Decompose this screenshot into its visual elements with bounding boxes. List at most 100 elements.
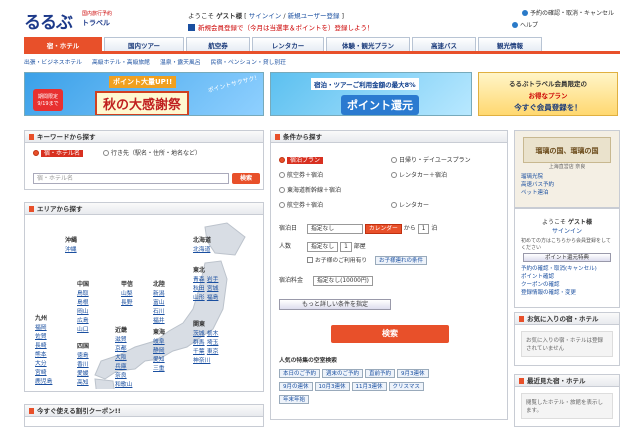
tab-rentacar[interactable]: レンタカー bbox=[252, 37, 324, 51]
pref-yamaguchi[interactable]: 山口 bbox=[77, 327, 89, 333]
pref-fukuoka[interactable]: 福岡 bbox=[35, 325, 47, 331]
popular-chip[interactable]: 週末のご予約 bbox=[322, 369, 364, 378]
logo[interactable]: るるぶ 国内旅行予約 トラベル bbox=[24, 8, 124, 33]
autumn-sale-banner[interactable]: 期間限定 9/19まで ポイント大量UP!! 秋の大感謝祭 ポイントサクサク! bbox=[24, 72, 264, 116]
member-link[interactable]: クーポンの確認 bbox=[521, 281, 613, 289]
pref-yamanashi[interactable]: 山梨 bbox=[121, 291, 133, 297]
subnav-onsen[interactable]: 温泉・露天風呂 bbox=[160, 57, 201, 67]
subnav-luxury[interactable]: 高級ホテル・高級旅館 bbox=[92, 57, 150, 67]
pref-shiga[interactable]: 滋賀 bbox=[115, 337, 127, 343]
pref-hokkaido[interactable]: 北海道 bbox=[193, 244, 211, 253]
radio-flight[interactable] bbox=[279, 202, 285, 208]
member-link[interactable]: 登録情報の確認・変更 bbox=[521, 289, 613, 297]
pref-saga[interactable]: 佐賀 bbox=[35, 334, 47, 340]
calendar-button[interactable]: カレンダー bbox=[364, 224, 402, 234]
pref-chiba[interactable]: 千葉 bbox=[193, 349, 205, 355]
signin-link[interactable]: サインイン bbox=[249, 12, 282, 20]
popular-chip[interactable]: 9月の連休 bbox=[279, 382, 313, 391]
ad-link[interactable]: 高速バス予約 bbox=[521, 181, 613, 189]
radio-shinkansen-stay[interactable] bbox=[279, 187, 285, 193]
radio-car-stay[interactable] bbox=[391, 172, 397, 178]
pref-kagawa[interactable]: 香川 bbox=[77, 362, 89, 368]
condition-search-button[interactable]: 検索 bbox=[331, 325, 449, 343]
pref-kumamoto[interactable]: 熊本 bbox=[35, 352, 47, 358]
pref-okinawa[interactable]: 沖縄 bbox=[65, 244, 77, 253]
member-link[interactable]: 予約の確認・取消(キャンセル) bbox=[521, 265, 613, 273]
radio-hotel[interactable] bbox=[33, 150, 39, 156]
pref-gunma[interactable]: 群馬 bbox=[193, 340, 205, 346]
tab-hotel[interactable]: 宿・ホテル bbox=[24, 37, 102, 51]
side-ad[interactable]: 瑠璃の国、瑠璃の国 上海直営店 奈良 瑠璃光院 高速バス予約 ペット連泊 bbox=[514, 130, 620, 208]
pref-fukushima[interactable]: 福島 bbox=[207, 295, 219, 301]
pref-akita[interactable]: 秋田 bbox=[193, 286, 205, 292]
pref-osaka[interactable]: 大阪 bbox=[115, 355, 127, 361]
people-select[interactable]: 指定なし bbox=[306, 242, 339, 252]
tab-flight[interactable]: 航空券 bbox=[186, 37, 250, 51]
pref-nagano[interactable]: 長野 bbox=[121, 300, 133, 306]
help2-link[interactable]: ヘルプ bbox=[512, 20, 538, 29]
popular-chip[interactable]: 本日のご予約 bbox=[279, 369, 321, 378]
radio-rentacar[interactable] bbox=[391, 202, 397, 208]
side-signin-link[interactable]: サインイン bbox=[515, 226, 619, 235]
radio-stay-plan[interactable] bbox=[279, 157, 285, 163]
tab-activity[interactable]: 体験・観光プラン bbox=[326, 37, 410, 51]
point-button[interactable]: ポイント還元特典 bbox=[523, 253, 611, 262]
pref-okayama[interactable]: 岡山 bbox=[77, 309, 89, 315]
keyword-input[interactable]: 宿・ホテル名 bbox=[33, 173, 229, 184]
pref-kochi[interactable]: 高知 bbox=[77, 380, 89, 386]
pref-ehime[interactable]: 愛媛 bbox=[77, 371, 89, 377]
ad-link[interactable]: ペット連泊 bbox=[521, 189, 613, 197]
subnav-business[interactable]: 出張・ビジネスホテル bbox=[24, 57, 82, 67]
ad-link[interactable]: 瑠璃光院 bbox=[521, 173, 613, 181]
pref-miyagi[interactable]: 宮城 bbox=[207, 286, 219, 292]
popular-chip[interactable]: 11月3連休 bbox=[351, 382, 387, 391]
pref-fukui[interactable]: 福井 bbox=[153, 318, 165, 324]
pref-yamagata[interactable]: 山形 bbox=[193, 295, 205, 301]
radio-dayuse[interactable] bbox=[391, 157, 397, 163]
radio-flight-stay[interactable] bbox=[279, 172, 285, 178]
popular-chip[interactable]: 直前予約 bbox=[365, 369, 396, 378]
nights-select[interactable]: 1 bbox=[417, 224, 430, 234]
child-condition-button[interactable]: お子様連れの条件 bbox=[375, 256, 428, 265]
coupon-panel[interactable]: 今すぐ使える割引クーポン!! bbox=[24, 404, 264, 427]
pref-kyoto[interactable]: 京都 bbox=[115, 346, 127, 352]
pref-tottori[interactable]: 鳥取 bbox=[77, 291, 89, 297]
member-link[interactable]: ポイント確認 bbox=[521, 273, 613, 281]
popular-chip[interactable]: 10月3連休 bbox=[314, 382, 350, 391]
pref-iwate[interactable]: 岩手 bbox=[207, 277, 219, 283]
pref-tokyo[interactable]: 東京 bbox=[207, 349, 219, 355]
tab-tour[interactable]: 国内ツアー bbox=[104, 37, 184, 51]
pref-nagasaki[interactable]: 長崎 bbox=[35, 343, 47, 349]
pref-niigata[interactable]: 新潟 bbox=[153, 291, 165, 297]
keyword-search-button[interactable]: 検索 bbox=[232, 173, 260, 184]
checkin-select[interactable]: 指定なし bbox=[306, 224, 363, 234]
pref-ishikawa[interactable]: 石川 bbox=[153, 309, 165, 315]
pref-aichi[interactable]: 愛知 bbox=[153, 357, 165, 363]
pref-saitama[interactable]: 埼玉 bbox=[207, 340, 219, 346]
member-banner[interactable]: るるぶトラベル会員限定の お得なプラン 今すぐ会員登録を！ bbox=[478, 72, 618, 116]
point-banner[interactable]: 宿泊・ツアーご利用金額の最大8% ポイント還元 bbox=[270, 72, 472, 116]
pref-miyazaki[interactable]: 宮崎 bbox=[35, 370, 47, 376]
tab-bus[interactable]: 高速バス bbox=[412, 37, 476, 51]
pref-kanagawa[interactable]: 神奈川 bbox=[193, 358, 210, 364]
help-link[interactable]: 予約の確認・取消・キャンセル bbox=[522, 8, 614, 17]
tab-info[interactable]: 観光情報 bbox=[478, 37, 542, 51]
pref-nara[interactable]: 奈良 bbox=[115, 373, 127, 379]
popular-chip[interactable]: 年末年始 bbox=[279, 395, 310, 404]
pref-tochigi[interactable]: 栃木 bbox=[207, 331, 219, 337]
pref-tokushima[interactable]: 徳島 bbox=[77, 353, 89, 359]
pref-aomori[interactable]: 青森 bbox=[193, 277, 205, 283]
pref-shimane[interactable]: 島根 bbox=[77, 300, 89, 306]
pref-mie[interactable]: 三重 bbox=[153, 366, 165, 372]
rooms-select[interactable]: 1 bbox=[340, 242, 352, 252]
pref-hyogo[interactable]: 兵庫 bbox=[115, 364, 127, 370]
popular-chip[interactable]: 9月3連休 bbox=[397, 369, 429, 378]
child-checkbox[interactable] bbox=[307, 257, 313, 263]
register-link[interactable]: 新規ユーザー登録 bbox=[288, 12, 340, 20]
popular-chip[interactable]: クリスマス bbox=[388, 382, 424, 391]
notice-banner[interactable]: 新規会員登録で（今月は当選率＆ポイントを）登録しよう！ bbox=[188, 22, 374, 32]
pref-ibaraki[interactable]: 茨城 bbox=[193, 331, 205, 337]
pref-toyama[interactable]: 富山 bbox=[153, 300, 165, 306]
pref-oita[interactable]: 大分 bbox=[35, 361, 47, 367]
pref-gifu[interactable]: 岐阜 bbox=[153, 339, 165, 345]
